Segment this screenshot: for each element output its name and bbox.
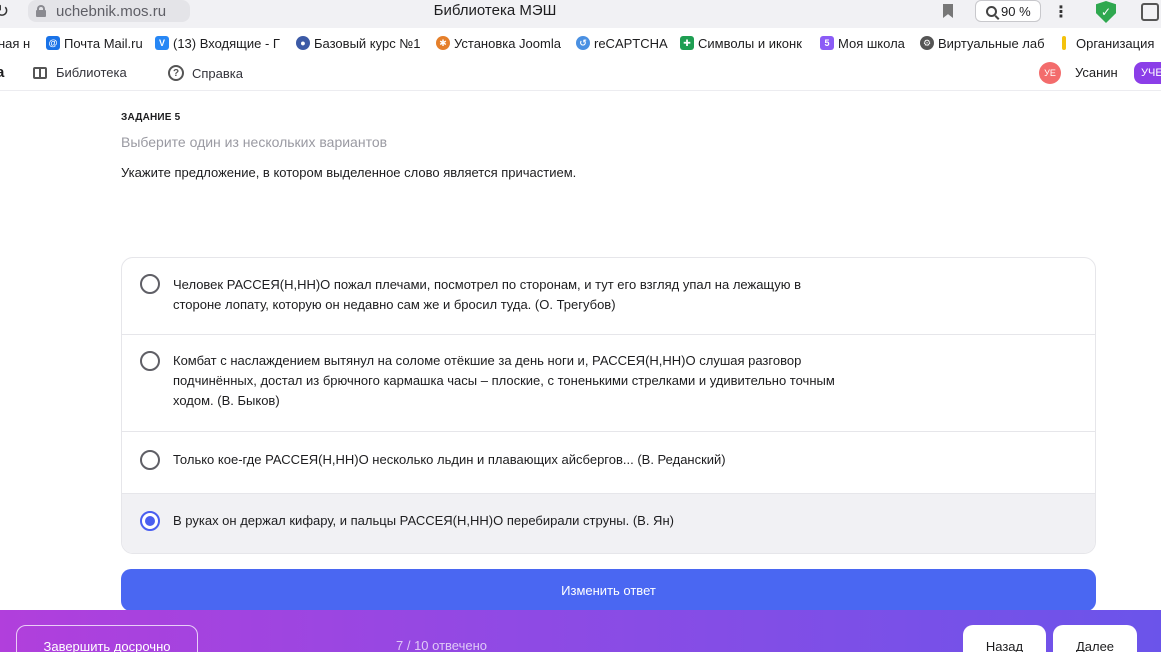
browser-toolbar: ↻ uchebnik.mos.ru Библиотека МЭШ 90 % ⋮ … xyxy=(0,0,1161,28)
zoom-indicator[interactable]: 90 % xyxy=(975,0,1041,22)
brand-logo[interactable]: а xyxy=(0,64,4,81)
next-button[interactable]: Далее xyxy=(1053,625,1137,652)
radio-button[interactable] xyxy=(140,351,160,371)
role-badge[interactable]: УЧЕ xyxy=(1134,62,1161,84)
bookmark-label: Организация xyxy=(1076,35,1155,51)
org-icon xyxy=(1062,36,1066,50)
bookmark-item[interactable]: ● Базовый курс №1 xyxy=(296,34,422,52)
bookmark-label: Почта Mail.ru xyxy=(64,35,143,51)
answer-option[interactable]: Комбат с наслаждением вытянул на соломе … xyxy=(122,335,1095,432)
task-number: ЗАДАНИЕ 5 xyxy=(121,112,181,123)
bookmark-item[interactable]: ↺ reCAPTCHA xyxy=(576,34,676,52)
bookmark-item[interactable]: Организация xyxy=(1062,34,1161,52)
progress-counter: 7 / 10 отвечено xyxy=(396,638,488,652)
book-icon xyxy=(33,66,47,79)
bookmark-item[interactable]: @ Почта Mail.ru xyxy=(46,34,146,52)
shield-icon[interactable]: ✓ xyxy=(1096,1,1116,23)
option-text: Только кое-где РАССЕЯ(Н,НН)О несколько л… xyxy=(173,452,726,467)
zoom-level: 90 % xyxy=(1001,3,1031,19)
bookmark-label: Базовый курс №1 xyxy=(314,35,421,51)
app-header: а Библиотека ? Справка УЕ Усанин УЧЕ xyxy=(0,57,1161,91)
bookmark-item[interactable]: ✱ Установка Joomla xyxy=(436,34,562,52)
option-text: Человек РАССЕЯ(Н,НН)О пожал плечами, пос… xyxy=(173,277,802,312)
bookmark-item[interactable]: ✚ Символы и иконк xyxy=(680,34,808,52)
bookmark-label: ная н xyxy=(0,35,31,51)
option-text: В руках он держал кифару, и пальцы РАССЕ… xyxy=(173,513,674,528)
bookmark-label: Установка Joomla xyxy=(454,35,561,51)
radio-button-checked[interactable] xyxy=(140,511,160,531)
joomla-icon: ✱ xyxy=(436,36,450,50)
bookmark-label: Символы и иконк xyxy=(698,35,802,51)
mail-icon: @ xyxy=(46,36,60,50)
back-button[interactable]: Назад xyxy=(963,625,1046,652)
bookmarks-bar: ная н @ Почта Mail.ru V (13) Входящие - … xyxy=(0,31,1161,55)
school-icon: 5 xyxy=(820,36,834,50)
help-label: Справка xyxy=(192,65,243,81)
symbols-icon: ✚ xyxy=(680,36,694,50)
page-root: ↻ uchebnik.mos.ru Библиотека МЭШ 90 % ⋮ … xyxy=(0,0,1161,652)
change-answer-button[interactable]: Изменить ответ xyxy=(121,569,1096,611)
library-label: Библиотека xyxy=(56,65,127,80)
answer-option-selected[interactable]: В руках он держал кифару, и пальцы РАССЕ… xyxy=(122,494,1095,553)
lab-icon: ⚙ xyxy=(920,36,934,50)
radio-button[interactable] xyxy=(140,450,160,470)
course-icon: ● xyxy=(296,36,310,50)
more-menu-icon[interactable]: ⋮ xyxy=(1053,2,1069,22)
avatar[interactable]: УЕ xyxy=(1039,62,1061,84)
task-question: Укажите предложение, в котором выделенно… xyxy=(121,165,577,180)
browser-page-title: Библиотека МЭШ xyxy=(433,2,557,19)
finish-early-button[interactable]: Завершить досрочно xyxy=(16,625,198,652)
help-link[interactable]: ? Справка xyxy=(168,65,243,81)
bookmark-label: Виртуальные лаб xyxy=(938,35,1045,51)
answer-options: Человек РАССЕЯ(Н,НН)О пожал плечами, пос… xyxy=(121,257,1096,554)
option-text: Комбат с наслаждением вытянул на соломе … xyxy=(173,353,835,408)
radio-button[interactable] xyxy=(140,274,160,294)
bookmark-label: reCAPTCHA xyxy=(594,35,668,51)
recaptcha-icon: ↺ xyxy=(576,36,590,50)
bookmark-label: (13) Входящие - Г xyxy=(173,35,280,51)
help-icon: ? xyxy=(168,65,184,81)
zoom-icon xyxy=(986,5,997,17)
library-link[interactable]: Библиотека xyxy=(33,65,127,80)
bookmark-item[interactable]: ная н xyxy=(0,34,38,52)
user-name[interactable]: Усанин xyxy=(1075,65,1118,80)
bookmark-label: Моя школа xyxy=(838,35,905,51)
test-footer: Завершить досрочно 7 / 10 отвечено Назад… xyxy=(0,610,1161,652)
vk-icon: V xyxy=(155,36,169,50)
answer-option[interactable]: Человек РАССЕЯ(Н,НН)О пожал плечами, пос… xyxy=(122,258,1095,335)
answer-option[interactable]: Только кое-где РАССЕЯ(Н,НН)О несколько л… xyxy=(122,432,1095,494)
bookmark-item[interactable]: 5 Моя школа xyxy=(820,34,910,52)
extensions-icon[interactable] xyxy=(1141,3,1159,21)
bookmark-item[interactable]: ⚙ Виртуальные лаб xyxy=(920,34,1048,52)
bookmark-item[interactable]: V (13) Входящие - Г xyxy=(155,34,283,52)
task-hint: Выберите один из нескольких вариантов xyxy=(121,134,388,150)
